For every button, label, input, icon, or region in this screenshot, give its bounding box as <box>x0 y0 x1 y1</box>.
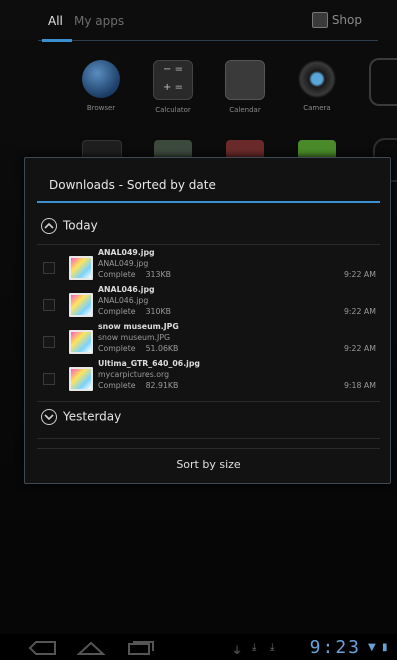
chevron-down-icon <box>41 409 57 425</box>
file-source: ANAL049.jpg <box>98 259 149 268</box>
file-status: Complete 51.06KB <box>98 344 178 353</box>
downloads-dialog: Downloads - Sorted by date Today ANAL049… <box>24 157 391 484</box>
file-name: ANAL046.jpg <box>98 285 155 294</box>
widget-edge <box>369 58 397 106</box>
app-label: Calendar <box>229 106 261 114</box>
list-item[interactable]: ANAL046.jpg ANAL046.jpg Complete 310KB 9:… <box>37 285 380 323</box>
group-label: Today <box>63 218 98 233</box>
app-browser[interactable]: Browser <box>66 60 136 112</box>
file-status: Complete 82.91KB <box>98 381 178 390</box>
status-text: Complete <box>98 307 136 316</box>
tab-my-apps[interactable]: My apps <box>74 14 124 28</box>
app-camera[interactable]: Camera <box>282 60 352 112</box>
chevron-up-icon <box>41 218 57 234</box>
usb-icon: ⏚ <box>232 646 242 657</box>
shop-button[interactable]: Shop <box>332 13 362 27</box>
item-checkbox[interactable] <box>43 373 55 385</box>
clock[interactable]: 9:23 <box>310 637 361 658</box>
app-label: Browser <box>86 104 116 112</box>
status-text: Complete <box>98 270 136 279</box>
download-icon: ⤓ <box>270 642 275 653</box>
wifi-icon: ▼ <box>368 642 376 653</box>
file-status: Complete 310KB <box>98 307 171 316</box>
app-label: Calculator <box>155 106 191 114</box>
item-checkbox[interactable] <box>43 262 55 274</box>
file-source: mycarpictures.org <box>98 370 170 379</box>
file-name: ANAL049.jpg <box>98 248 155 257</box>
title-divider <box>37 201 380 203</box>
divider <box>37 438 380 439</box>
sort-by-size-button[interactable]: Sort by size <box>37 448 380 481</box>
file-size: 82.91KB <box>145 381 179 390</box>
dialog-title: Downloads - Sorted by date <box>49 178 216 192</box>
group-header-yesterday[interactable]: Yesterday <box>41 409 121 425</box>
file-time: 9:22 AM <box>343 307 376 316</box>
list-item[interactable]: ANAL049.jpg ANAL049.jpg Complete 313KB 9:… <box>37 248 380 286</box>
tab-all[interactable]: All <box>48 14 63 28</box>
file-time: 9:22 AM <box>343 270 376 279</box>
image-file-icon <box>69 293 93 317</box>
file-source: snow museum.JPG <box>98 333 171 342</box>
divider <box>37 401 380 402</box>
battery-icon: ▮ <box>382 642 388 653</box>
file-time: 9:22 AM <box>343 344 376 353</box>
image-file-icon <box>69 256 93 280</box>
globe-icon <box>82 60 120 98</box>
image-file-icon <box>69 367 93 391</box>
app-calculator[interactable]: − = + = Calculator <box>138 60 208 114</box>
group-label: Yesterday <box>63 409 122 424</box>
status-text: Complete <box>98 344 136 353</box>
calendar-icon <box>225 60 265 100</box>
list-item[interactable]: Ultima_GTR_640_06.jpg mycarpictures.org … <box>37 359 380 397</box>
status-text: Complete <box>98 381 136 390</box>
calculator-icon: − = + = <box>153 60 193 100</box>
file-size: 313KB <box>145 270 171 279</box>
divider <box>37 244 380 245</box>
file-time: 9:18 AM <box>343 381 376 390</box>
file-status: Complete 313KB <box>98 270 171 279</box>
file-size: 310KB <box>145 307 171 316</box>
file-name: snow museum.JPG <box>98 322 179 331</box>
item-checkbox[interactable] <box>43 299 55 311</box>
camera-icon <box>298 60 336 98</box>
list-item[interactable]: snow museum.JPG snow museum.JPG Complete… <box>37 322 380 360</box>
app-label: Camera <box>303 104 331 112</box>
recent-apps-icon[interactable] <box>126 640 156 656</box>
file-source: ANAL046.jpg <box>98 296 149 305</box>
app-calendar[interactable]: Calendar <box>210 60 280 114</box>
download-icon: ⤓ <box>252 642 257 653</box>
launcher-tabs: All My apps Shop <box>38 0 378 42</box>
system-bar: ⏚ ⤓ ⤓ 9:23 ▼ ▮ <box>0 634 397 660</box>
home-icon[interactable] <box>76 640 106 656</box>
shop-icon[interactable] <box>312 12 328 28</box>
file-name: Ultima_GTR_640_06.jpg <box>98 359 200 368</box>
group-header-today[interactable]: Today <box>41 218 98 234</box>
active-tab-indicator <box>42 39 72 42</box>
back-icon[interactable] <box>28 640 58 656</box>
item-checkbox[interactable] <box>43 336 55 348</box>
file-size: 51.06KB <box>145 344 179 353</box>
image-file-icon <box>69 330 93 354</box>
